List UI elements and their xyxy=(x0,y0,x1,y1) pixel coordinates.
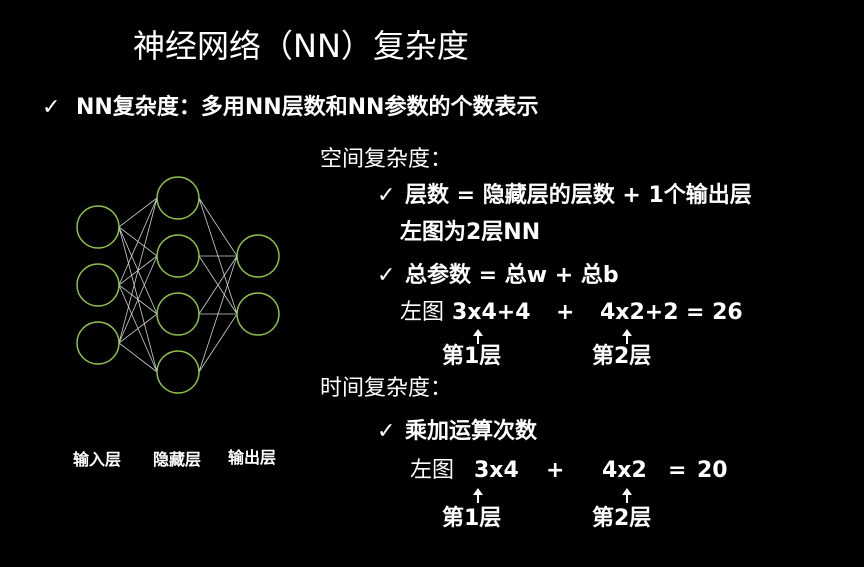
time-formula-result: 20 xyxy=(697,458,728,483)
time-formula-plus: + xyxy=(546,458,565,483)
mac-ops-text: 乘加运算次数 xyxy=(405,419,538,444)
output-node-2 xyxy=(236,292,280,336)
hidden-node-4 xyxy=(156,350,200,394)
network-edges xyxy=(118,197,238,373)
network-edge-input1-hidden1 xyxy=(118,197,158,228)
input-node-1 xyxy=(76,205,120,249)
main-bullet-text: NN复杂度：多用NN层数和NN参数的个数表示 xyxy=(76,95,539,120)
time-formula-term2: 4x2 xyxy=(602,458,647,483)
hidden-node-2 xyxy=(156,234,200,278)
time-layer1-label: 第1层 xyxy=(442,506,502,531)
input-layer-label: 输入层 xyxy=(73,450,122,469)
hidden-layer-label: 隐藏层 xyxy=(153,450,202,469)
output-node-1 xyxy=(236,234,280,278)
network-edge-hidden4-output2 xyxy=(198,313,238,373)
layer-count-text: 层数 = 隐藏层的层数 + 1个输出层 xyxy=(405,183,752,208)
space-formula-result: = 26 xyxy=(686,300,743,325)
time-formula-prefix: 左图 xyxy=(410,458,455,483)
check-icon: ✓ xyxy=(42,95,61,120)
neural-network-diagram xyxy=(76,176,280,394)
space-formula-term1: 3x4+4 xyxy=(452,300,531,325)
network-nodes xyxy=(76,176,280,394)
layer-count-example: 左图为2层NN xyxy=(400,220,541,245)
check-icon: ✓ xyxy=(377,183,396,208)
output-layer-label: 输出层 xyxy=(228,448,277,467)
network-edge-input3-hidden4 xyxy=(118,342,158,373)
check-icon: ✓ xyxy=(377,263,396,288)
network-edge-input3-hidden3 xyxy=(118,313,158,344)
space-formula-term2: 4x2+2 xyxy=(600,300,679,325)
page-title: 神经网络（NN）复杂度 xyxy=(133,27,469,65)
input-node-2 xyxy=(76,263,120,307)
time-complexity-heading: 时间复杂度： xyxy=(320,376,453,401)
space-formula-plus: + xyxy=(556,300,575,325)
network-edge-hidden1-output1 xyxy=(198,197,238,257)
total-params-text: 总参数 = 总w + 总b xyxy=(405,263,619,288)
network-edge-input3-hidden1 xyxy=(118,197,158,344)
space-complexity-heading: 空间复杂度： xyxy=(320,147,453,172)
hidden-node-3 xyxy=(156,292,200,336)
space-formula-prefix: 左图 xyxy=(400,300,445,325)
check-icon: ✓ xyxy=(377,419,396,444)
time-formula-eq: = xyxy=(668,458,687,483)
space-layer2-label: 第2层 xyxy=(592,344,652,369)
input-node-3 xyxy=(76,321,120,365)
hidden-node-1 xyxy=(156,176,200,220)
time-formula-term1: 3x4 xyxy=(474,458,519,483)
time-layer2-label: 第2层 xyxy=(592,506,652,531)
space-layer1-label: 第1层 xyxy=(442,344,502,369)
